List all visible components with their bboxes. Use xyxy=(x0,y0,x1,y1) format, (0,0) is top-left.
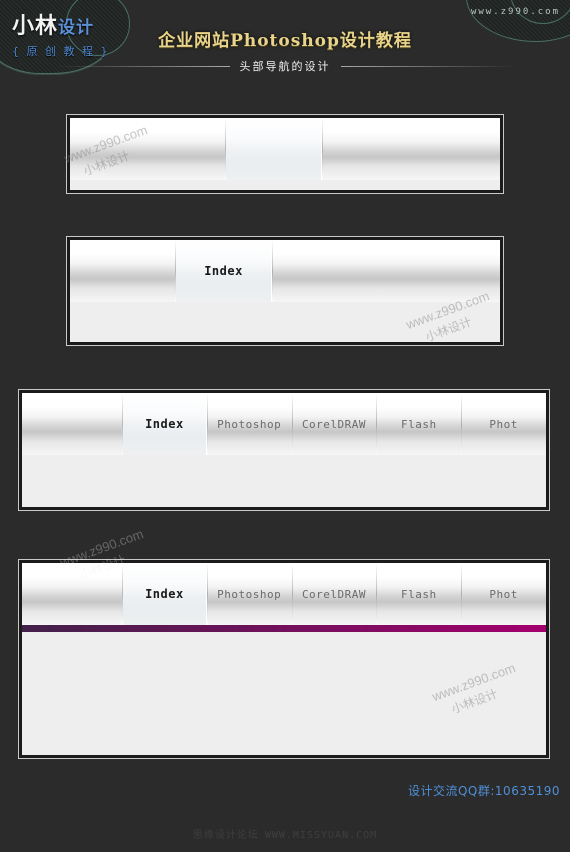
nav-cell-photoshop[interactable]: Photoshop xyxy=(206,393,292,455)
navbar-body xyxy=(70,180,500,190)
brand-logo-blue-text: 设计 xyxy=(58,18,95,38)
nav-cell-rest[interactable] xyxy=(272,240,500,302)
panel-nav-index: Index xyxy=(66,236,504,346)
accent-gradient-bar xyxy=(22,625,546,632)
panel-inner: Index xyxy=(70,240,500,342)
nav-cell-coreldraw[interactable]: CorelDRAW xyxy=(291,393,377,455)
footer-forum-url: WWW.MISSYUAN.COM xyxy=(264,830,378,841)
nav-cell-spacer[interactable] xyxy=(70,240,175,302)
navbar xyxy=(70,118,500,180)
navbar-body xyxy=(70,302,500,342)
nav-cell-spacer[interactable] xyxy=(70,118,225,180)
header-site-url: www.z990.com xyxy=(470,7,560,17)
nav-cell-photo-cut[interactable]: Phot xyxy=(461,393,546,455)
subtitle-rule-right xyxy=(340,65,515,67)
navbar: Index xyxy=(70,240,500,302)
nav-cell-spacer[interactable] xyxy=(22,393,122,455)
brand-logo-white-text: 小林 xyxy=(12,14,59,39)
navbar: Index Photoshop CorelDRAW Flash Phot xyxy=(22,393,546,455)
panel-inner xyxy=(70,118,500,190)
nav-cell-active[interactable] xyxy=(225,118,322,180)
panel-nav-blank xyxy=(66,114,504,194)
nav-cell-index[interactable]: Index xyxy=(175,240,272,302)
navbar: Index Photoshop CorelDRAW Flash Phot xyxy=(22,563,546,625)
panel-nav-full-accent: Index Photoshop CorelDRAW Flash Phot xyxy=(18,559,550,759)
navbar-body xyxy=(22,455,546,507)
brand-logo-subtitle: { 原 创 教 程 } xyxy=(12,45,110,58)
nav-cell-coreldraw[interactable]: CorelDRAW xyxy=(291,563,377,625)
subtitle-rule-left xyxy=(55,65,230,67)
nav-cell-rest[interactable] xyxy=(322,118,500,180)
brand-logo: 小林设计 { 原 创 教 程 } xyxy=(12,8,124,59)
nav-cell-spacer[interactable] xyxy=(22,563,122,625)
brand-logo-main: 小林设计 xyxy=(12,8,124,40)
nav-cell-flash[interactable]: Flash xyxy=(376,563,461,625)
page-subtitle-row: 头部导航的设计 xyxy=(0,58,570,74)
panel-nav-full: Index Photoshop CorelDRAW Flash Phot xyxy=(18,389,550,511)
nav-cell-photoshop[interactable]: Photoshop xyxy=(206,563,292,625)
nav-cell-photo-cut[interactable]: Phot xyxy=(461,563,546,625)
navbar-body xyxy=(22,632,546,755)
panel-inner: Index Photoshop CorelDRAW Flash Phot xyxy=(22,393,546,507)
nav-cell-flash[interactable]: Flash xyxy=(376,393,461,455)
page-subtitle: 头部导航的设计 xyxy=(239,60,331,73)
nav-cell-index[interactable]: Index xyxy=(122,563,207,625)
qq-group-text: 设计交流QQ群:10635190 xyxy=(407,784,560,798)
panel-inner: Index Photoshop CorelDRAW Flash Phot xyxy=(22,563,546,755)
footer-credit: 思缘设计论坛 WWW.MISSYUAN.COM xyxy=(0,826,570,841)
page-header: www.z990.com 小林设计 { 原 创 教 程 } 企业网站Photos… xyxy=(0,0,570,92)
nav-cell-index[interactable]: Index xyxy=(122,393,207,455)
footer-forum-name: 思缘设计论坛 xyxy=(192,830,259,841)
